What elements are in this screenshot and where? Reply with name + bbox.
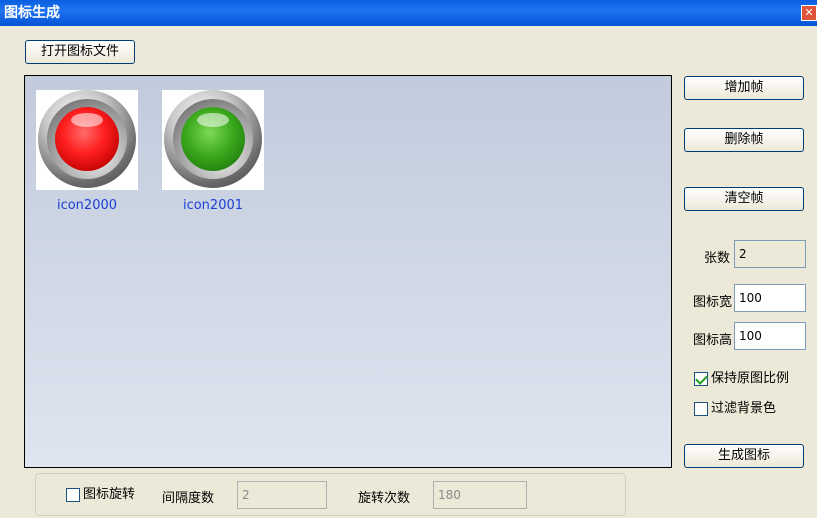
height-label: 图标高 — [692, 333, 732, 348]
interval-degrees-label: 间隔度数 — [162, 491, 215, 506]
rotate-icon-checkbox[interactable]: 图标旋转 — [66, 487, 135, 503]
icon-item-icon2001[interactable]: icon2001 — [162, 90, 264, 213]
checkbox-unchecked-icon[interactable] — [694, 402, 708, 416]
generate-icon-button[interactable]: 生成图标 — [684, 444, 804, 468]
icon-thumbnail — [36, 90, 138, 190]
open-icon-file-button[interactable]: 打开图标文件 — [25, 40, 135, 64]
window-titlebar[interactable]: 图标生成 ✕ — [0, 0, 817, 26]
add-frame-button[interactable]: 增加帧 — [684, 76, 804, 100]
icon-thumbnail — [162, 90, 264, 190]
filter-background-label: 过滤背景色 — [711, 401, 777, 416]
clear-frame-button[interactable]: 清空帧 — [684, 187, 804, 211]
delete-frame-button[interactable]: 删除帧 — [684, 128, 804, 152]
close-icon[interactable]: ✕ — [801, 5, 817, 21]
icon-name-label: icon2000 — [56, 198, 118, 213]
rotation-count-input[interactable]: 180 — [433, 481, 527, 509]
icon-preview-canvas[interactable]: icon2000 icon2001 — [24, 75, 672, 468]
count-label: 张数 — [703, 251, 730, 266]
interval-degrees-input[interactable]: 2 — [237, 481, 327, 509]
red-lamp-icon — [38, 90, 136, 188]
keep-ratio-label: 保持原图比例 — [711, 371, 790, 386]
checkbox-checked-icon[interactable] — [694, 372, 708, 386]
checkbox-unchecked-icon[interactable] — [66, 488, 80, 502]
green-lamp-icon — [164, 90, 262, 188]
window-title: 图标生成 — [4, 5, 60, 21]
count-field: 2 — [734, 240, 806, 268]
filter-background-checkbox[interactable]: 过滤背景色 — [694, 401, 776, 417]
width-label: 图标宽 — [692, 295, 732, 310]
keep-ratio-checkbox[interactable]: 保持原图比例 — [694, 371, 789, 387]
width-input[interactable]: 100 — [734, 284, 806, 312]
icon-item-icon2000[interactable]: icon2000 — [36, 90, 138, 213]
height-input[interactable]: 100 — [734, 322, 806, 350]
rotation-count-label: 旋转次数 — [358, 491, 411, 506]
rotate-icon-label: 图标旋转 — [83, 487, 136, 502]
icon-name-label: icon2001 — [182, 198, 244, 213]
